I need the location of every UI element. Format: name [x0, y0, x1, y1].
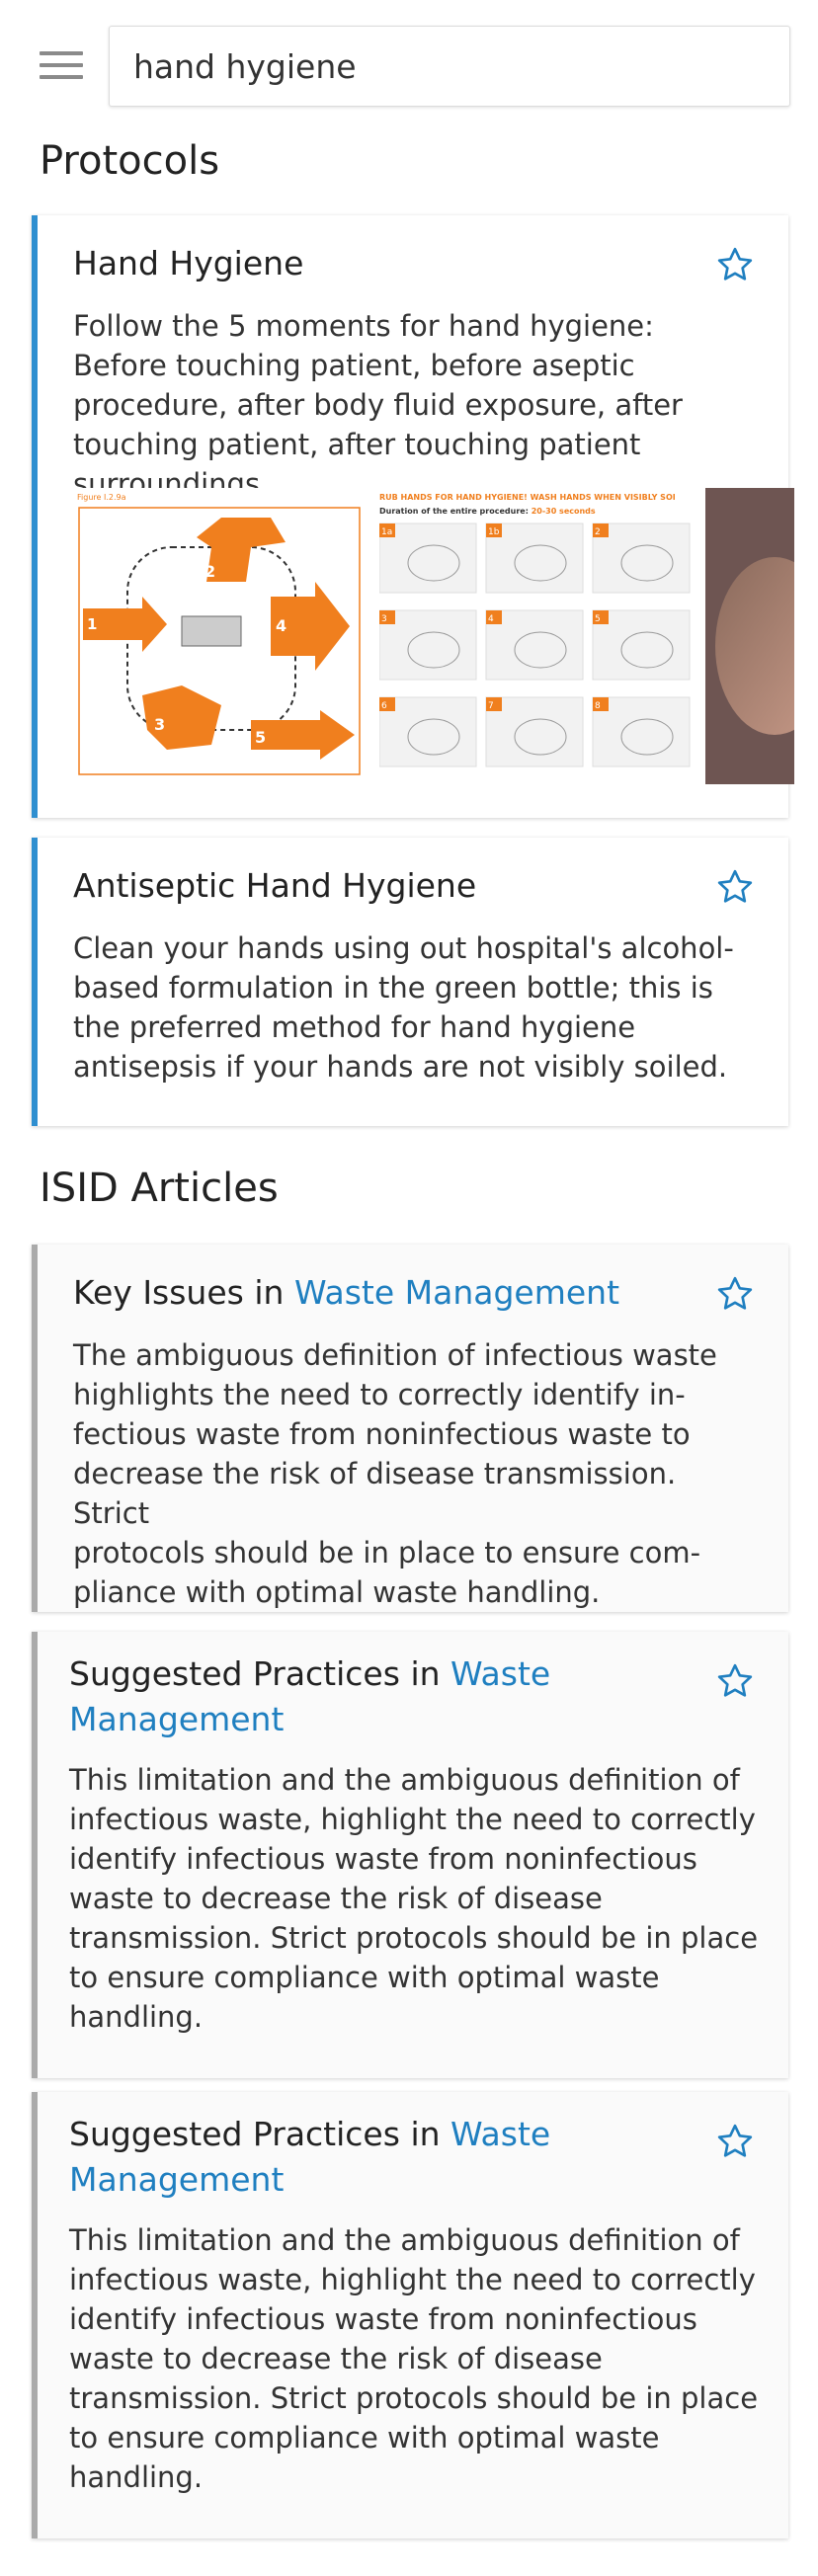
- star-icon[interactable]: [715, 1661, 755, 1701]
- article-category-link-line2[interactable]: Management: [69, 2160, 284, 2199]
- article-category-link[interactable]: Waste: [450, 2115, 550, 2153]
- rub-step-number: 5: [595, 614, 601, 624]
- article-body: This limitation and the ambiguous defini…: [69, 2223, 759, 2494]
- moment-number-2: 2: [204, 562, 215, 581]
- svg-text:Duration of the entire procedu: Duration of the entire procedure: 20-30 …: [379, 507, 596, 516]
- article-card-suggested-practices-1[interactable]: Suggested Practices in Waste Management T…: [32, 1632, 788, 2078]
- protocol-body: Follow the 5 moments for hand hygiene: B…: [73, 309, 683, 501]
- rub-duration-value: 20-30 seconds: [532, 507, 596, 516]
- star-icon[interactable]: [715, 1274, 755, 1314]
- rub-step-number: 1b: [488, 527, 500, 537]
- article-card-suggested-practices-2[interactable]: Suggested Practices in Waste Management T…: [32, 2092, 788, 2538]
- protocol-body: Clean your hands using out hospital's al…: [73, 931, 734, 1084]
- rub-step-number: 1a: [381, 527, 392, 537]
- rub-duration-label: Duration of the entire procedure:: [379, 507, 529, 516]
- article-title: Key Issues in Waste Management: [73, 1270, 619, 1316]
- moment-number-4: 4: [276, 616, 286, 635]
- five-moments-diagram: Figure I.2.9a 1 2 4 3 5: [73, 488, 366, 784]
- article-category-link-line2[interactable]: Management: [69, 1700, 284, 1738]
- in-word: in: [410, 1654, 441, 1693]
- rub-step-number: 3: [381, 614, 387, 624]
- star-icon[interactable]: [715, 2122, 755, 2161]
- article-category-link[interactable]: Waste: [450, 1654, 550, 1693]
- protocol-title: Hand Hygiene: [73, 244, 304, 282]
- isid-articles-heading: ISID Articles: [40, 1166, 279, 1211]
- search-input[interactable]: [109, 26, 790, 107]
- star-icon[interactable]: [715, 245, 755, 284]
- in-word: in: [410, 2115, 441, 2153]
- article-card-key-issues[interactable]: Key Issues in Waste Management The ambig…: [32, 1245, 788, 1612]
- in-word: in: [254, 1273, 285, 1312]
- article-title-text: Key Issues: [73, 1273, 244, 1312]
- article-body: The ambiguous definition of infectious w…: [73, 1338, 717, 1609]
- star-icon[interactable]: [715, 867, 755, 907]
- rub-step-number: 8: [595, 701, 601, 711]
- rub-title: RUB HANDS FOR HAND HYGIENE! WASH HANDS W…: [379, 493, 676, 502]
- hand-photo: [705, 488, 794, 784]
- article-title: Suggested Practices in Waste Management: [69, 1651, 690, 1742]
- article-category-link[interactable]: Waste Management: [294, 1273, 619, 1312]
- protocols-heading: Protocols: [40, 138, 220, 184]
- rub-step-number: 4: [488, 614, 494, 624]
- article-title-text: Suggested Practices: [69, 2115, 400, 2153]
- article-title: Suggested Practices in Waste Management: [69, 2112, 690, 2203]
- moment-number-1: 1: [87, 615, 97, 633]
- protocol-card-antiseptic[interactable]: Antiseptic Hand Hygiene Clean your hands…: [32, 838, 788, 1126]
- rub-step-number: 2: [595, 527, 601, 537]
- article-body: This limitation and the ambiguous defini…: [69, 1763, 759, 2034]
- hand-hygiene-image-strip: Figure I.2.9a 1 2 4 3 5 RUB HANDS FOR HA…: [73, 488, 794, 784]
- rub-steps-grid: 1a 1b 2 3 4 5 6 7 8: [379, 523, 691, 767]
- hamburger-menu-icon[interactable]: [40, 51, 83, 83]
- rub-step-number: 6: [381, 701, 387, 711]
- moment-number-3: 3: [154, 715, 165, 734]
- article-title-text: Suggested Practices: [69, 1654, 400, 1693]
- rub-hands-steps-diagram: RUB HANDS FOR HAND HYGIENE! WASH HANDS W…: [379, 488, 697, 784]
- moment-number-5: 5: [255, 728, 266, 747]
- top-bar: [0, 0, 818, 128]
- diagram-caption: Figure I.2.9a: [77, 493, 126, 502]
- protocol-card-hand-hygiene[interactable]: Hand Hygiene Follow the 5 moments for ha…: [32, 215, 794, 818]
- protocol-title: Antiseptic Hand Hygiene: [73, 866, 477, 905]
- rub-step-number: 7: [488, 701, 494, 711]
